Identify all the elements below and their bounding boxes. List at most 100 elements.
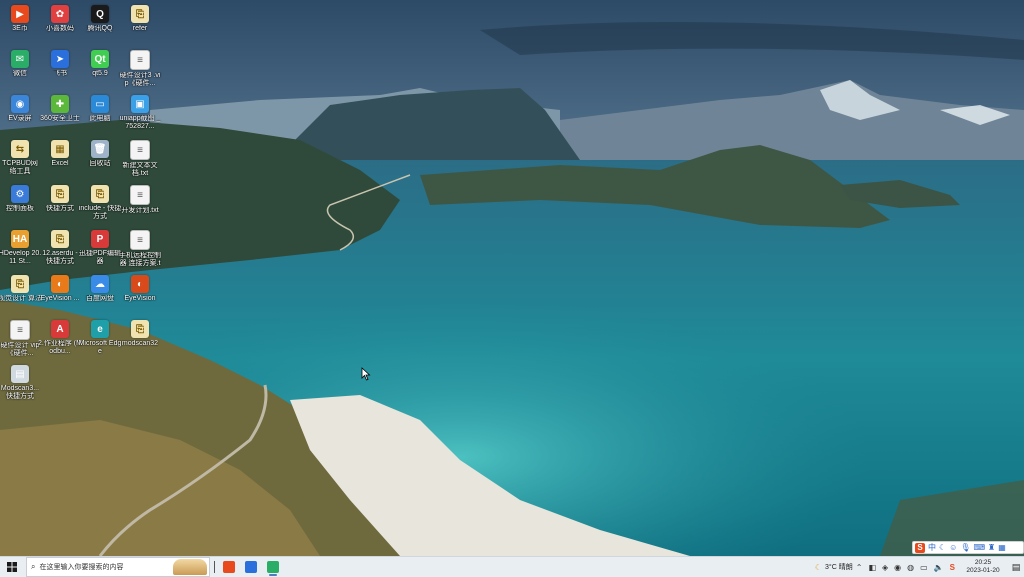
desktop-icon[interactable]: P 迅捷PDF编辑 器 (79, 227, 121, 271)
desktop-icon-image: ✚ (51, 95, 69, 113)
desktop-icon[interactable]: ◐ EyeVision (121, 272, 159, 316)
desktop-icon[interactable]: ⇆ TCPBUD网 络工具 (1, 137, 39, 181)
ime-shirt-icon[interactable]: ♜ (988, 543, 995, 552)
desktop-icon[interactable]: ☁ 百度网盘 (81, 272, 119, 316)
desktop-icon[interactable]: ≡ 新建文本文 档.txt (121, 137, 159, 181)
clock[interactable]: 20:25 2023-01-20 (961, 559, 1005, 575)
tray-app-icon-1[interactable]: ◧ (868, 563, 876, 572)
tray-app-icon-4[interactable]: ◍ (907, 563, 914, 572)
desktop-icon[interactable]: ⚙ 控制面板 (1, 182, 39, 226)
desktop-icon-label: 微信 (13, 70, 27, 77)
taskbar-search-box[interactable]: ⌕ 在这里输入你要搜索的内容 (26, 557, 210, 577)
desktop-icon-image: ▶ (11, 5, 29, 23)
network-icon[interactable]: ▭ (920, 563, 928, 572)
desktop-icon[interactable]: HA HDevelop 20.11 St... (0, 227, 41, 271)
desktop-icon[interactable]: Q 腾讯QQ (81, 2, 119, 46)
tray-app-icon-2[interactable]: ◈ (882, 563, 888, 572)
taskbar-app-wechat[interactable] (262, 557, 284, 577)
desktop-icon-label: 腾讯QQ (87, 25, 113, 32)
desktop-icon[interactable]: A 2.作业程序 (Modbu... (38, 317, 82, 361)
desktop-icon[interactable]: ≡ 硬件设计 vip《硬件... (1, 317, 39, 361)
desktop-icon-image: ≡ (130, 230, 150, 250)
desktop-icon[interactable]: ▭ 此电脑 (81, 92, 119, 136)
desktop-icon-label: Modscan3... 快捷方式 (0, 385, 40, 400)
desktop-icon-label: 360安全卫士 (40, 115, 80, 122)
ime-grid-icon[interactable]: ▦ (998, 543, 1006, 552)
desktop-icon-image: ▣ (131, 95, 149, 113)
desktop-icon[interactable]: ⎘ include - 快捷方式 (79, 182, 121, 226)
desktop-icon-label: 硬件设计 vip《硬件... (0, 342, 40, 357)
desktop-icon[interactable]: e Microsoft Edge (78, 317, 122, 361)
desktop-icon[interactable]: 🗑 回收站 (81, 137, 119, 181)
desktop-icon[interactable]: ⎘ modscan32 (121, 317, 159, 361)
desktop-icon-label: 此电脑 (89, 115, 111, 122)
volume-icon[interactable]: 🔈 (934, 563, 944, 572)
ime-mic-icon[interactable]: 🎙 (960, 543, 970, 552)
desktop-icon[interactable]: ⎘ 视觉设计 算法 (0, 272, 42, 316)
desktop-icon-image: ▤ (11, 365, 29, 383)
desktop-icon-image: ◐ (51, 275, 69, 293)
desktop-icon-image: e (91, 320, 109, 338)
desktop-icon[interactable]: ≡ 硬件设计3 .vip《硬件... (120, 47, 160, 91)
desktop-icon-image: P (91, 230, 109, 248)
desktop-icon-label: TCPBUD网 络工具 (2, 160, 38, 175)
desktop-icon-image: ⎘ (11, 275, 29, 293)
desktop-icon-image: ≡ (130, 185, 150, 205)
desktop-icon[interactable]: ✿ 小喜数码 (41, 2, 79, 46)
desktop-icon[interactable]: ⎘ 12.aserdu - 快捷方式 (41, 227, 79, 271)
desktop-icon[interactable]: ◐ EyeVision ... (41, 272, 79, 316)
desktop-icon[interactable]: ▤ Modscan3... 快捷方式 (1, 362, 39, 406)
desktop-icon-label: 控制面板 (6, 205, 34, 212)
clock-time: 20:25 (974, 559, 992, 566)
ime-moon-icon[interactable]: ☾ (939, 543, 946, 552)
desktop-icon[interactable]: ▣ uniapp截图 _752827... (120, 92, 160, 136)
search-highlight-image (173, 559, 207, 575)
desktop-icon-image: ⎘ (131, 320, 149, 338)
desktop-icon-label: 迅捷PDF编辑 器 (79, 250, 121, 265)
ime-toolbar[interactable]: S 中 ☾ ☺ 🎙 ⌨ ♜ ▦ (912, 541, 1024, 554)
desktop-icon-image: ◉ (11, 95, 29, 113)
desktop-icon-label: 回收站 (89, 160, 111, 167)
desktop-icon-image: Q (91, 5, 109, 23)
system-tray: ☾ 3°C 晴朗 ⌃ ◧ ◈ ◉ ◍ ▭ 🔈 S 20:25 2023-01-2… (812, 557, 1024, 577)
taskbar-app-3e[interactable] (218, 557, 240, 577)
desktop-icon-label: Microsoft Edge (78, 340, 122, 355)
desktop-icon-image: ⎘ (51, 185, 69, 203)
notification-center-button[interactable]: ▤ (1008, 562, 1024, 573)
desktop-icon-label: 3E币 (12, 25, 28, 32)
ime-mode-label[interactable]: 中 (928, 542, 936, 553)
desktop-icon[interactable]: ◉ EV录屏 (1, 92, 39, 136)
desktop-icon[interactable]: ≡ 手机远程控制器 连接方案.txt (119, 227, 161, 271)
desktop-icon[interactable]: ▶ 3E币 (1, 2, 39, 46)
desktop-icon-label: EyeVision (124, 295, 156, 302)
sogou-icon[interactable]: S (915, 542, 925, 553)
desktop-icon-label: EV录屏 (8, 115, 32, 122)
desktop-icon[interactable]: ▦ Excel (41, 137, 79, 181)
desktop-icon-label: 手机远程控制器 连接方案.txt (119, 252, 161, 267)
taskbar-app-feishu[interactable] (240, 557, 262, 577)
task-view-divider (210, 557, 218, 577)
desktop-icon-label: modscan32 (121, 340, 159, 347)
desktop-icon-label: 快捷方式 (46, 205, 74, 212)
desktop-icon[interactable]: ⎘ 快捷方式 (41, 182, 79, 226)
chevron-up-icon[interactable]: ⌃ (856, 563, 863, 572)
search-icon: ⌕ (31, 562, 36, 571)
ime-tray-icon[interactable]: S (950, 563, 955, 572)
ime-keyboard-icon[interactable]: ⌨ (974, 543, 986, 552)
desktop-icon-image: ⎘ (91, 185, 109, 203)
weather-text[interactable]: 3°C 晴朗 (825, 562, 853, 572)
desktop-icon-image: ☁ (91, 275, 109, 293)
desktop-icon[interactable]: ≡ 开发计划.txt (121, 182, 159, 226)
desktop-icon[interactable]: Qt qt5.9 (81, 47, 119, 91)
start-button[interactable] (0, 557, 24, 577)
desktop-icon-image: ✿ (51, 5, 69, 23)
desktop-icon[interactable]: ✉ 微信 (1, 47, 39, 91)
app-3e-icon (223, 561, 235, 573)
desktop-icon[interactable]: ✚ 360安全卫士 (40, 92, 80, 136)
desktop-icon[interactable]: ➤ 飞书 (41, 47, 79, 91)
weather-icon[interactable]: ☾ (815, 563, 822, 572)
desktop-icon-label: 12.aserdu - 快捷方式 (42, 250, 78, 265)
tray-app-icon-3[interactable]: ◉ (894, 563, 901, 572)
ime-emoji-icon[interactable]: ☺ (949, 543, 957, 552)
desktop-icon[interactable]: ⎘ refer (121, 2, 159, 46)
